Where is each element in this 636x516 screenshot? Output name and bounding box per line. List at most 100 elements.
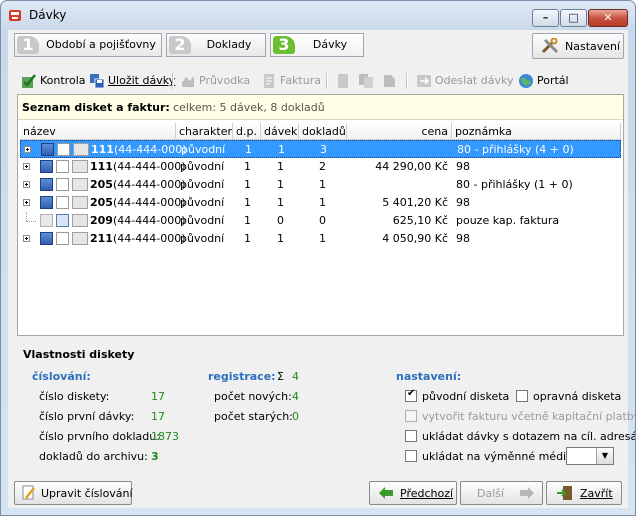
puvodni-label: původní disketa — [422, 390, 510, 403]
row-dp: 1 — [244, 232, 251, 245]
tab-obdobi[interactable]: 1 Období a pojišťovny — [14, 33, 162, 57]
dotaz-label: ukládat dávky s dotazem na cíl. adresář — [422, 430, 636, 443]
col-dokladu[interactable]: dokladů — [299, 123, 347, 140]
table-row[interactable]: 209 (44-444-000) původní 1 0 0 625,10 Kč… — [20, 212, 621, 230]
row-name: 205 — [90, 196, 113, 209]
tree-line — [26, 221, 36, 223]
list-summary: celkem: 5 dávek, 8 dokladů — [173, 101, 325, 114]
settings-button[interactable]: Nastavení — [532, 33, 624, 59]
save-disks-icon — [90, 74, 105, 89]
document-icon — [56, 178, 69, 191]
row-poznamka: 80 - přihlášky (4 + 0) — [457, 143, 574, 156]
invoice-icon — [56, 214, 69, 227]
expand-icon[interactable] — [23, 163, 30, 170]
maximize-button[interactable]: □ — [560, 9, 587, 27]
expand-icon[interactable] — [24, 146, 31, 153]
pruvodka-button[interactable]: Průvodka — [180, 72, 250, 90]
starych-label: počet starých: — [214, 410, 293, 423]
row-poznamka: 80 - přihlášky (1 + 0) — [456, 178, 573, 191]
table-row[interactable]: 205 (44-444-000) původní 1 1 1 80 - přih… — [20, 176, 621, 194]
predchozi-button[interactable]: Předchozí — [369, 481, 457, 505]
kontrola-label: Kontrola — [40, 74, 86, 87]
upravit-cislovani-button[interactable]: Upravit číslování — [14, 481, 133, 505]
floppy-icon — [41, 143, 54, 156]
row-charakter: původní — [180, 232, 225, 245]
batch-icon — [72, 232, 88, 245]
kontrola-button[interactable]: Kontrola — [21, 72, 86, 90]
row-poznamka: 98 — [456, 232, 470, 245]
table-row[interactable]: 111 (44-444-000) původní 1 1 3 80 - přih… — [20, 140, 621, 158]
faktura-button[interactable]: Faktura — [261, 72, 321, 90]
medium-select[interactable]: ▼ — [566, 447, 614, 465]
minimize-button[interactable]: – — [532, 9, 559, 27]
row-ico: (44-444-000) — [113, 232, 186, 245]
row-dp: 1 — [244, 214, 251, 227]
step-number: 1 — [17, 36, 39, 54]
col-davek[interactable]: dávek — [261, 123, 299, 140]
arrow-right-icon — [520, 487, 534, 499]
props-title: Vlastnosti diskety — [23, 348, 135, 361]
row-davek: 1 — [277, 178, 284, 191]
row-ico: (44-444-000) — [114, 143, 187, 156]
col-poznamka[interactable]: poznámka — [452, 123, 621, 140]
zavrit-button[interactable]: Zavřít — [546, 481, 622, 505]
opravna-label: opravná disketa — [533, 390, 622, 403]
col-charakter[interactable]: charakter — [176, 123, 233, 140]
davky-window: Dávky – □ ✕ 1 Období a pojišťovny 2 Dokl… — [0, 0, 636, 516]
table-row[interactable]: 111 (44-444-000) původní 1 1 2 44 290,00… — [20, 158, 621, 176]
row-cena: 4 050,90 Kč — [382, 232, 448, 245]
check-icon — [22, 74, 36, 88]
row-dokladu: 0 — [319, 214, 326, 227]
toolbar-separator — [406, 73, 408, 89]
chevron-down-icon[interactable]: ▼ — [596, 448, 613, 464]
list-title: Seznam disket a faktur: — [22, 101, 170, 114]
row-dokladu: 1 — [319, 196, 326, 209]
document-icon[interactable] — [335, 73, 351, 89]
archiv-value: 3 — [151, 450, 159, 463]
ulozit-label: Uložit dávky — [108, 74, 176, 87]
row-dokladu: 3 — [320, 143, 327, 156]
close-button[interactable]: ✕ — [588, 9, 628, 27]
odeslat-button[interactable]: Odeslat dávky — [416, 72, 513, 90]
floppy-icon — [40, 160, 53, 173]
col-dp[interactable]: d.p. — [233, 123, 261, 140]
globe-icon — [519, 74, 533, 88]
portal-button[interactable]: Portál — [518, 72, 574, 90]
row-charakter: původní — [180, 196, 225, 209]
maximize-icon: □ — [568, 11, 579, 24]
table-row[interactable]: 211 (44-444-000) původní 1 1 1 4 050,90 … — [20, 230, 621, 248]
tab-doklady[interactable]: 2 Doklady — [166, 33, 266, 57]
expand-icon[interactable] — [23, 235, 30, 242]
faktura-checkbox[interactable] — [405, 410, 417, 422]
table-row[interactable]: 205 (44-444-000) původní 1 1 1 5 401,20 … — [20, 194, 621, 212]
dalsi-label: Další — [477, 487, 505, 500]
batch-icon — [72, 178, 88, 191]
document-icon — [56, 160, 69, 173]
ulozit-button[interactable]: Uložit dávky — [89, 72, 175, 90]
expand-icon[interactable] — [23, 199, 30, 206]
document-icon — [56, 196, 69, 209]
tab-davky[interactable]: 3 Dávky — [270, 33, 364, 57]
medium-checkbox[interactable] — [405, 450, 417, 462]
expand-icon[interactable] — [23, 181, 30, 188]
footer: Upravit číslování Předchozí Další Zavřít — [8, 473, 628, 508]
cislovani-header: číslování: — [32, 370, 91, 383]
prvni-davky-value: 17 — [151, 410, 165, 423]
dalsi-button[interactable]: Další — [460, 481, 543, 505]
tools-icon — [541, 38, 559, 54]
novych-label: počet nových: — [214, 390, 292, 403]
pruvodka-label: Průvodka — [199, 74, 251, 87]
row-poznamka: 98 — [456, 196, 470, 209]
title-bar: Dávky – □ ✕ — [1, 1, 635, 29]
copy-icon[interactable] — [358, 73, 374, 89]
prvni-dokladu-value: 1873 — [151, 430, 179, 443]
puvodni-checkbox[interactable] — [405, 388, 417, 402]
dotaz-checkbox[interactable] — [405, 430, 417, 442]
stamp-icon[interactable] — [381, 73, 397, 89]
client-background: 1 Období a pojišťovny 2 Doklady 3 Dávky … — [8, 30, 635, 508]
col-cena[interactable]: cena — [347, 123, 452, 140]
col-nazev[interactable]: název — [20, 123, 176, 140]
row-davek: 0 — [277, 214, 284, 227]
opravna-checkbox[interactable] — [516, 390, 528, 402]
list-header: Seznam disket a faktur: celkem: 5 dávek,… — [18, 95, 623, 120]
